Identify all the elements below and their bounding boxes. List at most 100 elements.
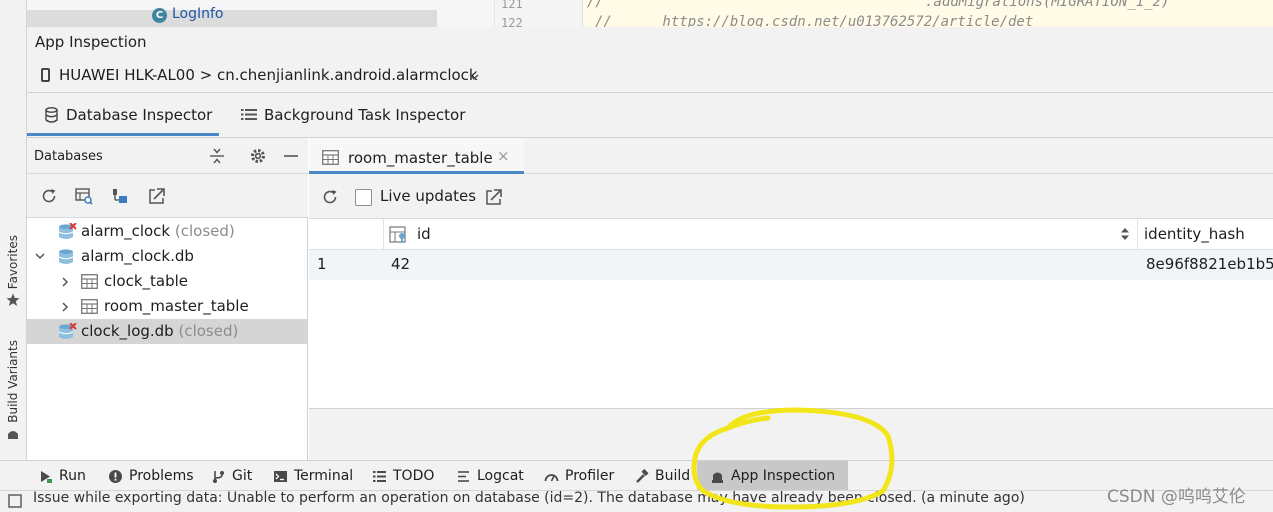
table-view-pane: room_master_table × Live updates id iden… (309, 138, 1273, 460)
table-footer (309, 408, 1273, 460)
tab-database-inspector[interactable]: Database Inspector (27, 93, 219, 138)
tool-tab-label: App Inspection (731, 468, 836, 484)
tree-item-alarm-clock-db[interactable]: alarm_clock.db (27, 244, 308, 269)
todo-icon (373, 470, 386, 482)
status-message[interactable]: Issue while exporting data: Unable to pe… (33, 491, 1025, 506)
tool-tab-git[interactable]: Git (211, 461, 252, 491)
chevron-right-icon[interactable] (59, 276, 71, 288)
table-icon (322, 150, 339, 165)
favorites-label: Favorites (6, 235, 20, 290)
cell-id[interactable]: 42 (391, 255, 410, 273)
refresh-icon[interactable] (40, 187, 58, 205)
tree-item-label: alarm_clock.db (81, 247, 194, 265)
tree-item-label: clock_table (104, 272, 189, 290)
query-icon[interactable] (75, 187, 93, 205)
tree-item-alarm-clock[interactable]: alarm_clock (closed) (27, 219, 308, 244)
build-variants-label: Build Variants (6, 340, 20, 423)
database-icon (58, 249, 74, 264)
collapse-all-icon[interactable] (208, 147, 226, 165)
active-tab-indicator (27, 133, 219, 136)
live-updates-checkbox[interactable] (355, 189, 372, 206)
inspector-tabs: Database Inspector Background Task Inspe… (27, 93, 1273, 138)
refresh-icon[interactable] (321, 188, 339, 206)
table-row[interactable]: 1 42 8e96f8821eb1b55 (309, 250, 1273, 280)
table-tab-label: room_master_table (348, 149, 493, 167)
project-tree-item-loginfo[interactable]: LogInfo (172, 6, 224, 22)
database-icon (45, 107, 58, 123)
databases-toolbar (27, 174, 308, 218)
cell-identity-hash[interactable]: 8e96f8821eb1b55 (1146, 255, 1273, 273)
export-icon[interactable] (111, 187, 129, 205)
tool-tab-logcat[interactable]: Logcat (456, 461, 524, 491)
tree-item-label: room_master_table (104, 297, 249, 315)
android-icon (8, 430, 18, 439)
profiler-icon (544, 473, 559, 481)
favorites-tab[interactable]: Favorites (2, 235, 24, 307)
panel-title-bar: App Inspection (27, 27, 1273, 59)
tree-item-clock-log-db[interactable]: clock_log.db (closed) (27, 319, 308, 344)
tool-tab-terminal[interactable]: Terminal (273, 461, 353, 491)
tool-tab-app-inspection[interactable]: App Inspection (697, 461, 849, 491)
build-icon (636, 468, 649, 483)
tool-tab-profiler[interactable]: Profiler (544, 461, 614, 491)
logcat-icon (458, 470, 469, 482)
table-tab-bar: room_master_table × (309, 138, 1273, 174)
column-divider (1137, 219, 1138, 250)
code-line: // (587, 0, 604, 10)
code-line: // https://blog.csdn.net/u013762572/arti… (595, 14, 1034, 27)
tool-tab-label: Logcat (477, 468, 524, 484)
code-editor[interactable]: 121 122 // .addMigrations(MIGRATION_1_2)… (494, 0, 1273, 27)
column-header-identity-hash[interactable]: identity_hash (1144, 225, 1245, 243)
sort-icon[interactable] (1120, 227, 1130, 241)
open-external-icon[interactable] (148, 187, 166, 205)
tool-tab-label: Run (59, 468, 86, 484)
top-editor-strip: C LogInfo 121 122 // .addMigrations(MIGR… (27, 0, 1273, 27)
minimize-icon[interactable] (282, 147, 300, 165)
tool-tab-label: Profiler (565, 468, 615, 484)
tool-tab-run[interactable]: Run (38, 461, 86, 491)
line-number: 121 (501, 0, 523, 11)
database-closed-icon (58, 323, 77, 339)
tool-tab-problems[interactable]: Problems (108, 461, 194, 491)
device-selector[interactable]: HUAWEI HLK-AL00 > cn.chenjianlink.androi… (59, 66, 478, 84)
row-index: 1 (317, 255, 327, 273)
watermark: CSDN @呜呜艾伦 (1107, 487, 1246, 507)
tab-background-task-inspector[interactable]: Background Task Inspector (227, 93, 477, 138)
tool-tab-label: Terminal (294, 468, 354, 484)
device-selector-bar: HUAWEI HLK-AL00 > cn.chenjianlink.androi… (27, 59, 1273, 93)
tool-tab-build[interactable]: Build (634, 461, 690, 491)
tab-label: Background Task Inspector (264, 106, 466, 124)
project-tree-selection (27, 10, 437, 27)
class-icon: C (152, 8, 167, 23)
primary-key-icon (389, 226, 406, 243)
chevron-down-icon[interactable] (468, 65, 480, 87)
tab-room-master-table[interactable]: room_master_table × (309, 138, 524, 174)
table-icon (81, 274, 98, 289)
phone-icon (41, 68, 50, 82)
open-external-icon[interactable] (485, 188, 503, 206)
close-icon[interactable]: × (497, 147, 510, 165)
left-tool-strip: Favorites Build Variants (0, 0, 27, 460)
star-icon (6, 293, 20, 307)
build-variants-tab[interactable]: Build Variants (2, 340, 24, 441)
tree-item-label: clock_log.db (closed) (81, 322, 239, 340)
tree-item-room-master-table[interactable]: room_master_table (27, 294, 308, 319)
terminal-icon (274, 470, 287, 482)
chevron-down-icon[interactable] (34, 250, 46, 262)
status-box-icon[interactable] (8, 494, 22, 508)
tab-label: Database Inspector (66, 106, 213, 124)
editor-gutter: 121 122 (495, 0, 583, 27)
databases-pane: Databases alarm_clock (closed) alarm_clo… (27, 138, 308, 460)
live-updates-label: Live updates (380, 187, 477, 205)
chevron-right-icon[interactable] (59, 301, 71, 313)
tool-tab-label: Build (655, 468, 691, 484)
tool-tab-todo[interactable]: TODO (372, 461, 434, 491)
databases-header: Databases (27, 138, 308, 174)
status-bar: Issue while exporting data: Unable to pe… (0, 490, 1273, 512)
tool-tab-label: Git (232, 468, 253, 484)
tree-item-clock-table[interactable]: clock_table (27, 269, 308, 294)
databases-header-label: Databases (34, 149, 103, 164)
code-line: .addMigrations(MIGRATION_1_2) (925, 0, 1170, 10)
column-header-id[interactable]: id (417, 225, 431, 243)
gear-icon[interactable] (249, 147, 267, 165)
